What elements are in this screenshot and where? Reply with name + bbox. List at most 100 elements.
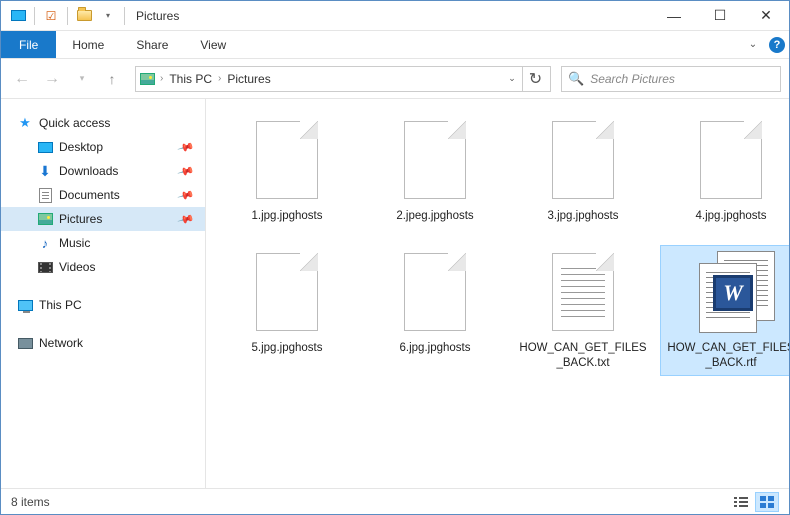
ribbon-expand-icon[interactable]: ⌄ (741, 31, 765, 58)
nav-label: Quick access (39, 116, 110, 130)
folder-icon[interactable] (73, 5, 95, 27)
file-name: 3.jpg.jpghosts (548, 209, 619, 225)
title-bar: ☑ ▾ Pictures — ☐ ✕ (1, 1, 789, 31)
separator (67, 7, 68, 25)
up-button[interactable]: ↑ (99, 66, 125, 92)
thumbnails-view-button[interactable] (755, 492, 779, 512)
app-icon[interactable] (7, 5, 29, 27)
this-pc-node[interactable]: This PC (1, 293, 205, 317)
sidebar-item-label: Pictures (59, 212, 102, 226)
quick-access-toolbar: ☑ ▾ (1, 5, 128, 27)
forward-button[interactable]: → (39, 66, 65, 92)
file-icon (399, 249, 471, 337)
separator (124, 7, 125, 25)
pin-icon: 📌 (177, 138, 195, 156)
file-item[interactable]: W HOW_CAN_GET_FILES_BACK.rtf (660, 245, 789, 376)
file-icon (399, 117, 471, 205)
separator (34, 7, 35, 25)
quick-access-header[interactable]: ★ Quick access (1, 111, 205, 135)
ribbon: File Home Share View ⌄ ? (1, 31, 789, 59)
pic-icon (37, 211, 53, 227)
network-node[interactable]: Network (1, 331, 205, 355)
tab-home[interactable]: Home (56, 31, 120, 58)
qat-properties-icon[interactable]: ☑ (40, 5, 62, 27)
file-name: 6.jpg.jpghosts (400, 341, 471, 357)
file-icon: W (695, 249, 767, 337)
file-item[interactable]: 3.jpg.jpghosts (512, 113, 654, 229)
navigation-toolbar: ← → ▾ ↑ › This PC › Pictures ⌄ ↻ 🔍 Searc… (1, 59, 789, 99)
sidebar-item-desktop[interactable]: Desktop 📌 (1, 135, 205, 159)
qat-dropdown-icon[interactable]: ▾ (97, 5, 119, 27)
nav-label: This PC (39, 298, 82, 312)
chevron-right-icon[interactable]: › (216, 73, 223, 84)
sidebar-item-label: Desktop (59, 140, 103, 154)
doc-icon (37, 187, 53, 203)
sidebar-item-documents[interactable]: Documents 📌 (1, 183, 205, 207)
breadcrumb[interactable]: Pictures (223, 67, 274, 91)
search-icon: 🔍 (568, 71, 584, 87)
recent-locations-button[interactable]: ▾ (69, 66, 95, 92)
explorer-body: ★ Quick access Desktop📌⬇Downloads📌Docume… (1, 99, 789, 489)
location-icon (138, 70, 156, 88)
sidebar-item-label: Videos (59, 260, 95, 274)
help-button[interactable]: ? (765, 31, 789, 58)
pin-icon: 📌 (177, 186, 195, 204)
file-icon (251, 117, 323, 205)
file-name: HOW_CAN_GET_FILES_BACK.txt (518, 341, 648, 372)
file-item[interactable]: 4.jpg.jpghosts (660, 113, 789, 229)
address-dropdown-icon[interactable]: ⌄ (502, 73, 522, 84)
maximize-button[interactable]: ☐ (697, 1, 743, 31)
pin-icon: 📌 (177, 210, 195, 228)
file-icon (547, 249, 619, 337)
network-icon (17, 335, 33, 351)
close-button[interactable]: ✕ (743, 1, 789, 31)
file-item[interactable]: 2.jpeg.jpghosts (364, 113, 506, 229)
file-icon (695, 117, 767, 205)
file-icon (547, 117, 619, 205)
star-icon: ★ (17, 115, 33, 131)
file-icon (251, 249, 323, 337)
file-item[interactable]: 6.jpg.jpghosts (364, 245, 506, 376)
file-name: 4.jpg.jpghosts (696, 209, 767, 225)
tab-share[interactable]: Share (120, 31, 184, 58)
sidebar-item-label: Documents (59, 188, 120, 202)
address-bar[interactable]: › This PC › Pictures ⌄ ↻ (135, 66, 551, 92)
help-icon: ? (769, 37, 785, 53)
sidebar-item-label: Downloads (59, 164, 118, 178)
search-placeholder: Search Pictures (590, 72, 675, 86)
video-icon (37, 259, 53, 275)
chevron-right-icon[interactable]: › (158, 73, 165, 84)
file-item[interactable]: 1.jpg.jpghosts (216, 113, 358, 229)
file-item[interactable]: HOW_CAN_GET_FILES_BACK.txt (512, 245, 654, 376)
tab-view[interactable]: View (184, 31, 242, 58)
file-name: HOW_CAN_GET_FILES_BACK.rtf (666, 341, 789, 372)
thumbnails-view-icon (760, 496, 774, 508)
sidebar-item-downloads[interactable]: ⬇ Downloads 📌 (1, 159, 205, 183)
nav-label: Network (39, 336, 83, 350)
status-bar: 8 items (1, 488, 789, 514)
file-item[interactable]: 5.jpg.jpghosts (216, 245, 358, 376)
sidebar-item-videos[interactable]: Videos (1, 255, 205, 279)
details-view-button[interactable] (729, 492, 753, 512)
desktop-icon (37, 139, 53, 155)
window-controls: — ☐ ✕ (651, 1, 789, 31)
download-icon: ⬇ (37, 163, 53, 179)
file-tab[interactable]: File (1, 31, 56, 58)
refresh-button[interactable]: ↻ (522, 67, 548, 91)
item-count: 8 items (11, 495, 50, 509)
file-name: 5.jpg.jpghosts (252, 341, 323, 357)
pc-icon (17, 297, 33, 313)
music-icon: ♪ (37, 235, 53, 251)
sidebar-item-pictures[interactable]: Pictures 📌 (1, 207, 205, 231)
back-button[interactable]: ← (9, 66, 35, 92)
window-title: Pictures (136, 9, 179, 23)
sidebar-item-music[interactable]: ♪Music (1, 231, 205, 255)
minimize-button[interactable]: — (651, 1, 697, 31)
file-list[interactable]: 1.jpg.jpghosts 2.jpeg.jpghosts 3.jpg.jpgho… (206, 99, 789, 489)
search-input[interactable]: 🔍 Search Pictures (561, 66, 781, 92)
breadcrumb[interactable]: This PC (165, 67, 216, 91)
view-toggle-group (729, 492, 779, 512)
details-view-icon (734, 496, 748, 508)
pin-icon: 📌 (177, 162, 195, 180)
file-name: 2.jpeg.jpghosts (396, 209, 473, 225)
